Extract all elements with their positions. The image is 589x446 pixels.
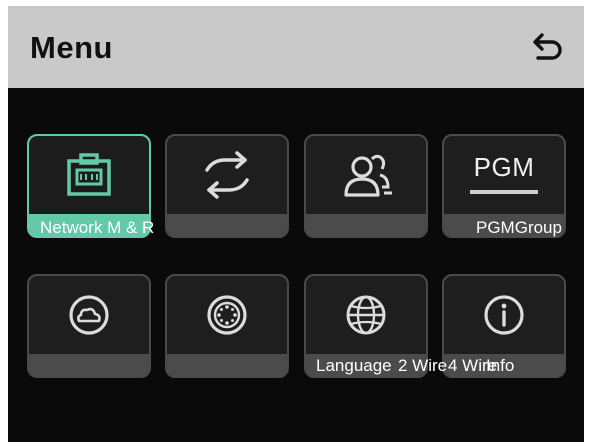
- sync-arrows-icon: [167, 136, 287, 214]
- label-network-mr: Network M & R: [40, 218, 155, 237]
- tile-connector[interactable]: [165, 274, 289, 378]
- info-icon: [444, 276, 564, 354]
- label-language: Language: [316, 356, 392, 375]
- ethernet-port-icon: [29, 136, 149, 214]
- header-bar: Menu: [8, 6, 584, 88]
- cloud-circle-icon: [29, 276, 149, 354]
- users-icon: [306, 136, 426, 214]
- tile-sync[interactable]: [165, 134, 289, 238]
- page-title: Menu: [30, 30, 113, 65]
- tile-users[interactable]: [304, 134, 428, 238]
- label-2-wire: 2 Wire: [398, 356, 448, 375]
- tile-cloud[interactable]: [27, 274, 151, 378]
- back-arrow-icon[interactable]: [526, 28, 566, 68]
- globe-icon: [306, 276, 426, 354]
- label-pgm-group: PGMGroup: [476, 218, 562, 237]
- connector-dots-icon: [167, 276, 287, 354]
- menu-screen: Menu PGM Network M & R PGMGroup Language…: [8, 6, 584, 442]
- pgm-icon: PGM: [444, 136, 564, 214]
- label-info: Info: [486, 356, 515, 375]
